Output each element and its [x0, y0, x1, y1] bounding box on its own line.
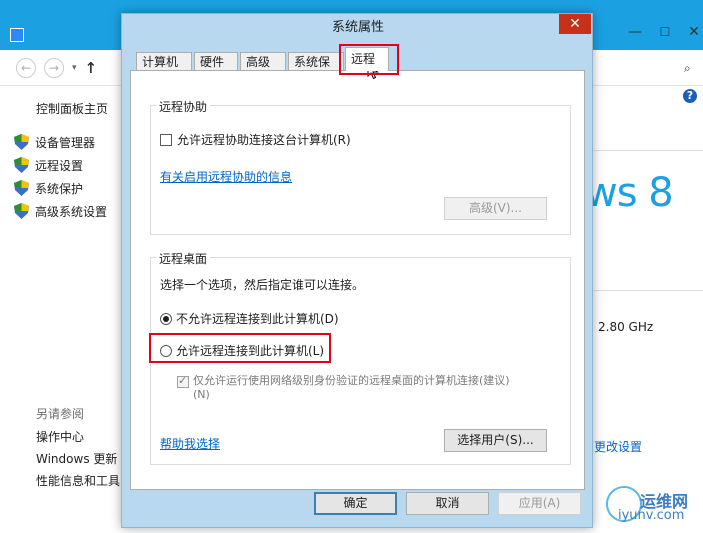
search-icon[interactable]: ⌕ [684, 61, 691, 76]
nla-option[interactable]: 仅允许运行使用网络级别身份验证的远程桌面的计算机连接(建议) (N) [177, 374, 510, 402]
see-also-windows-update[interactable]: Windows 更新 [36, 450, 117, 467]
highlight-box-allow-remote [149, 333, 331, 363]
nla-label-line2: (N) [193, 388, 210, 401]
sidebar-item-label: 系统保护 [35, 181, 84, 196]
help-me-choose-link[interactable]: 帮助我选择 [160, 435, 220, 452]
maximize-icon[interactable]: ☐ [655, 23, 675, 41]
deny-remote-option[interactable]: 不允许远程连接到此计算机(D) [160, 310, 339, 327]
sidebar-item-label: 设备管理器 [35, 135, 96, 150]
ok-button[interactable]: 确定 [314, 492, 397, 515]
tab-system-protection[interactable]: 系统保护 [288, 52, 344, 87]
allow-remote-assistance-option[interactable]: 允许远程协助连接这台计算机(R) [160, 131, 351, 148]
sidebar-item-label: 高级系统设置 [35, 204, 108, 219]
nla-label: 仅允许运行使用网络级别身份验证的远程桌面的计算机连接(建议) (N) [193, 374, 510, 402]
watermark-url: iyunv.com [618, 508, 685, 523]
dialog-title: 系统属性 [331, 20, 384, 35]
back-arrow-icon[interactable]: ← [16, 58, 36, 78]
close-icon[interactable]: ✕ [685, 23, 703, 41]
see-also-action-center[interactable]: 操作中心 [36, 428, 84, 445]
nla-label-line1: 仅允许运行使用网络级别身份验证的远程桌面的计算机连接(建议) [193, 374, 510, 387]
remote-assistance-info-link[interactable]: 有关启用远程协助的信息 [160, 168, 292, 185]
up-arrow-icon[interactable]: ↑ [85, 59, 98, 77]
tab-panel-remote: 远程协助 允许远程协助连接这台计算机(R) 有关启用远程协助的信息 高级(V).… [130, 70, 585, 490]
see-also-heading: 另请参阅 [36, 407, 85, 421]
sidebar-item-label: 远程设置 [35, 158, 84, 173]
shield-icon [14, 157, 29, 173]
deny-remote-label: 不允许远程连接到此计算机(D) [176, 312, 339, 326]
system-properties-dialog: 系统属性 ✕ 计算机名 硬件 高级 系统保护 远程 远程协助 允许远程协助连接这… [121, 13, 593, 528]
sidebar-item-remote-settings[interactable]: 远程设置 [14, 155, 83, 175]
remote-desktop-legend: 远程桌面 [156, 250, 211, 267]
allow-remote-assistance-checkbox[interactable] [160, 133, 172, 146]
sidebar-item-system-protection[interactable]: 系统保护 [14, 178, 83, 198]
dropdown-chevron-icon[interactable]: ▾ [72, 63, 77, 73]
dialog-close-button[interactable]: ✕ [559, 14, 591, 34]
allow-remote-assistance-label: 允许远程协助连接这台计算机(R) [177, 133, 351, 147]
help-icon[interactable]: ? [683, 89, 697, 103]
see-also-performance[interactable]: 性能信息和工具 [36, 472, 120, 489]
nla-checkbox[interactable] [177, 374, 189, 388]
cancel-button[interactable]: 取消 [406, 492, 489, 515]
select-users-button[interactable]: 选择用户(S)... [444, 429, 547, 452]
highlight-box-remote-tab [339, 44, 399, 75]
section-divider [594, 290, 703, 291]
tab-computer-name[interactable]: 计算机名 [136, 52, 192, 87]
advanced-button[interactable]: 高级(V)... [444, 197, 547, 220]
control-panel-home-link[interactable]: 控制面板主页 [36, 100, 108, 117]
forward-arrow-icon[interactable]: → [44, 58, 64, 78]
change-settings-link[interactable]: 更改设置 [594, 438, 642, 455]
shield-icon [14, 134, 29, 150]
tab-hardware[interactable]: 硬件 [194, 52, 238, 71]
sidebar-item-device-manager[interactable]: 设备管理器 [14, 132, 95, 152]
system-window-icon [10, 28, 24, 42]
shield-icon [14, 180, 29, 196]
remote-assistance-legend: 远程协助 [156, 98, 211, 115]
apply-button[interactable]: 应用(A) [498, 492, 581, 515]
cpu-speed-value: 2.80 GHz [598, 320, 654, 334]
navigation-bar: ← → ▾ ↑ [16, 58, 97, 78]
deny-remote-radio[interactable] [160, 312, 172, 325]
tab-advanced[interactable]: 高级 [240, 52, 286, 71]
windows-logo-text: ws 8 [585, 170, 674, 216]
shield-icon [14, 203, 29, 219]
remote-desktop-instruction: 选择一个选项，然后指定谁可以连接。 [160, 278, 365, 292]
sidebar-item-advanced-settings[interactable]: 高级系统设置 [14, 201, 107, 221]
section-divider [594, 150, 703, 151]
minimize-icon[interactable]: — [625, 23, 645, 41]
